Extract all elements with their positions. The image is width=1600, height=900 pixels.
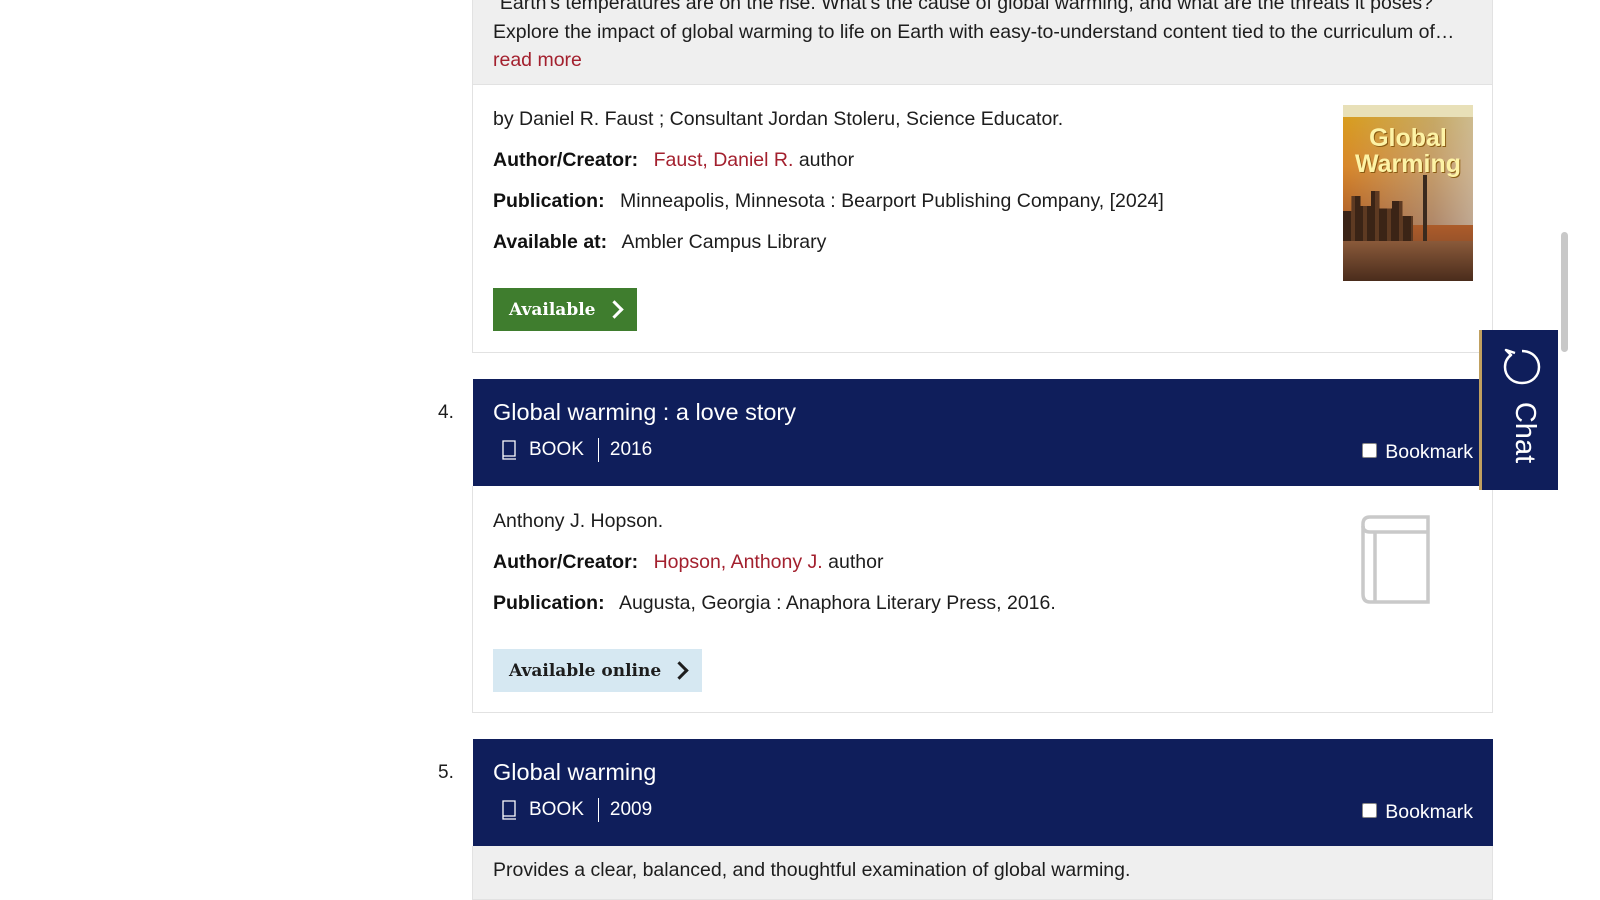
book-icon bbox=[502, 440, 516, 460]
book-icon bbox=[502, 800, 516, 820]
meta-divider bbox=[597, 798, 599, 822]
available-at-label: Available at: bbox=[493, 231, 608, 253]
available-button[interactable]: Available bbox=[493, 288, 637, 331]
author-role: author bbox=[828, 551, 884, 573]
bookmark-checkbox[interactable] bbox=[1362, 803, 1378, 818]
item5-title-link[interactable]: Global warming bbox=[493, 759, 656, 786]
read-more-link[interactable]: read more bbox=[493, 49, 582, 72]
available-online-button[interactable]: Available online bbox=[493, 649, 703, 692]
bookmark-toggle[interactable]: Bookmark bbox=[1362, 441, 1473, 464]
available-at-value: Ambler Campus Library bbox=[621, 231, 827, 253]
available-online-label: Available online bbox=[509, 660, 662, 681]
item3-statement: by Daniel R. Faust ; Consultant Jordan S… bbox=[493, 108, 1064, 130]
book-placeholder-icon bbox=[1361, 515, 1430, 604]
author-role: author bbox=[798, 149, 855, 171]
author-label: Author/Creator: bbox=[493, 551, 639, 573]
item3-summary-line1: "Earth's temperatures are on the rise. W… bbox=[493, 0, 1434, 14]
author-label: Author/Creator: bbox=[493, 149, 639, 171]
available-button-label: Available bbox=[509, 299, 596, 320]
item3-available-at-row: Available at: Ambler Campus Library bbox=[493, 231, 826, 254]
book-cover-image[interactable]: Global Warming bbox=[1343, 105, 1473, 281]
chevron-right-icon bbox=[604, 300, 624, 319]
chevron-right-icon bbox=[670, 661, 689, 680]
item4-author-link[interactable]: Hopson, Anthony J. bbox=[654, 551, 823, 573]
item5-meta: BOOK 2009 bbox=[501, 798, 652, 822]
cover-title: Global Warming bbox=[1354, 124, 1462, 178]
item4-meta: BOOK 2016 bbox=[501, 438, 652, 462]
scrollbar-thumb[interactable] bbox=[1561, 232, 1568, 352]
right-margin bbox=[1568, 0, 1600, 900]
bookmark-label: Bookmark bbox=[1385, 441, 1473, 463]
item4-statement: Anthony J. Hopson. bbox=[493, 510, 664, 532]
item4-header: Global warming : a love story BOOK 2016 … bbox=[473, 379, 1493, 486]
year-label: 2016 bbox=[609, 439, 653, 460]
bookmark-label: Bookmark bbox=[1385, 801, 1473, 823]
format-label: BOOK bbox=[529, 439, 584, 460]
result-number: 4. bbox=[438, 402, 454, 423]
cover-ground bbox=[1343, 241, 1473, 281]
chat-label: Chat bbox=[1509, 401, 1542, 464]
item3-summary-box: "Earth's temperatures are on the rise. W… bbox=[472, 0, 1493, 85]
item5-summary-box: Provides a clear, balanced, and thoughtf… bbox=[472, 846, 1493, 900]
result-number: 5. bbox=[438, 762, 454, 783]
cover-tree bbox=[1423, 175, 1427, 245]
chat-button[interactable]: Chat bbox=[1479, 330, 1558, 490]
item3-author-link[interactable]: Faust, Daniel R. bbox=[654, 149, 794, 171]
item3-author-row: Author/Creator: Faust, Daniel R. author bbox=[493, 149, 854, 172]
publication-label: Publication: bbox=[493, 190, 605, 212]
bookmark-toggle[interactable]: Bookmark bbox=[1362, 801, 1473, 824]
meta-divider bbox=[597, 438, 599, 462]
item3-summary: "Earth's temperatures are on the rise. W… bbox=[493, 0, 1478, 47]
format-label: BOOK bbox=[529, 799, 584, 820]
year-label: 2009 bbox=[609, 799, 653, 820]
publication-value: Augusta, Georgia : Anaphora Literary Pre… bbox=[618, 592, 1056, 614]
publication-label: Publication: bbox=[493, 592, 605, 614]
item3-card: by Daniel R. Faust ; Consultant Jordan S… bbox=[472, 85, 1493, 353]
item3-publication-row: Publication: Minneapolis, Minnesota : Be… bbox=[493, 190, 1164, 213]
chat-bubble-icon bbox=[1503, 348, 1541, 385]
item5-summary: Provides a clear, balanced, and thoughtf… bbox=[493, 859, 1131, 881]
item3-summary-line2: Explore the impact of global warming to … bbox=[493, 21, 1455, 43]
scrollbar-track[interactable] bbox=[1558, 0, 1568, 900]
item4-title-link[interactable]: Global warming : a love story bbox=[493, 399, 796, 426]
item4-publication-row: Publication: Augusta, Georgia : Anaphora… bbox=[493, 592, 1056, 615]
bookmark-checkbox[interactable] bbox=[1362, 443, 1378, 458]
item4-card: Anthony J. Hopson. Author/Creator: Hopso… bbox=[472, 486, 1493, 713]
item5-header: Global warming BOOK 2009 Bookmark bbox=[473, 739, 1493, 846]
publication-value: Minneapolis, Minnesota : Bearport Publis… bbox=[620, 190, 1164, 212]
item4-author-row: Author/Creator: Hopson, Anthony J. autho… bbox=[493, 551, 883, 574]
cover-band bbox=[1343, 105, 1473, 117]
